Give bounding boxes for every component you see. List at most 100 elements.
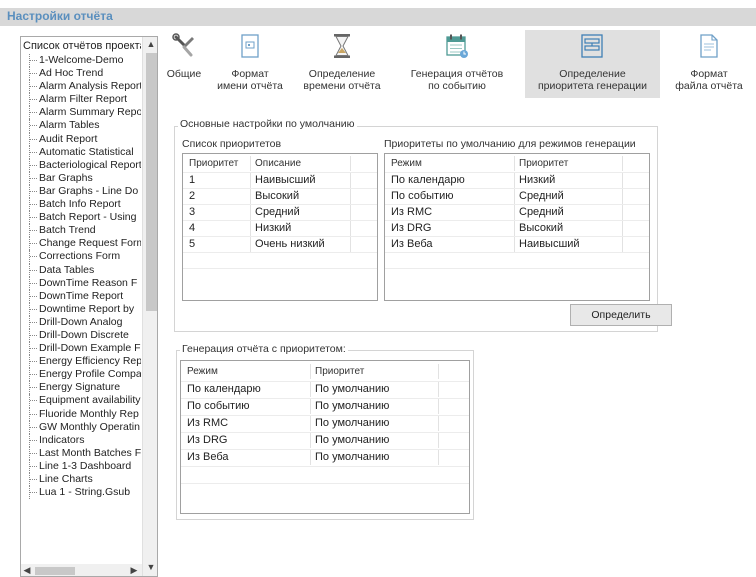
grid-cell[interactable]: По умолчанию xyxy=(311,450,439,465)
tree-item[interactable]: Bacteriological Report xyxy=(21,158,141,172)
tree-item[interactable]: Bar Graphs xyxy=(21,171,141,185)
grid-cell[interactable]: По умолчанию xyxy=(311,416,439,431)
column-header[interactable]: Приоритет xyxy=(185,156,251,171)
tree-item[interactable]: Ad Hoc Trend xyxy=(21,67,141,81)
tree-branch-line xyxy=(29,184,37,199)
table-row[interactable]: По событию Средний xyxy=(385,188,649,204)
tree-vertical-scrollbar[interactable]: ▲ ▼ xyxy=(142,37,157,576)
scroll-right-icon[interactable]: ▶ xyxy=(128,564,140,576)
table-row[interactable]: 2 Высокий xyxy=(183,188,377,204)
tree-item[interactable]: GW Monthly Operatin xyxy=(21,420,141,434)
tree-item[interactable]: Energy Profile Compa xyxy=(21,368,141,382)
table-row[interactable]: 5 Очень низкий xyxy=(183,236,377,252)
toolbar-priority-definition-button[interactable]: Определение приоритета генерации xyxy=(525,30,660,98)
table-row[interactable]: По событию По умолчанию xyxy=(181,398,469,414)
table-row[interactable]: Из RMC По умолчанию xyxy=(181,415,469,431)
table-row[interactable]: Из Веба По умолчанию xyxy=(181,449,469,465)
scroll-down-icon[interactable]: ▼ xyxy=(143,560,157,574)
tree-item[interactable]: Batch Info Report xyxy=(21,198,141,212)
tree-branch-line xyxy=(29,237,37,251)
mode-priorities-grid[interactable]: Режим Приоритет По календарю Низкий По с… xyxy=(384,153,650,301)
grid-cell[interactable]: По умолчанию xyxy=(311,399,439,414)
tree-item[interactable]: Alarm Tables xyxy=(21,119,141,133)
tree-item[interactable]: Change Request Form xyxy=(21,237,141,251)
tree-item[interactable]: Drill-Down Analog xyxy=(21,315,141,329)
table-row[interactable]: Из DRG Высокий xyxy=(385,220,649,236)
tree-item[interactable]: Corrections Form xyxy=(21,250,141,264)
column-header[interactable]: Описание xyxy=(251,156,351,171)
table-row[interactable]: 1 Наивысший xyxy=(183,172,377,188)
tree-item[interactable]: Drill-Down Discrete xyxy=(21,328,141,343)
tree-item[interactable]: DownTime Report xyxy=(21,289,141,303)
tree-item[interactable]: Energy Efficiency Rep xyxy=(21,355,141,369)
tree-item[interactable]: Automatic Statistical xyxy=(21,145,141,159)
table-row[interactable]: 3 Средний xyxy=(183,204,377,220)
tree-item-label: Alarm Filter Report xyxy=(39,93,128,106)
tree-item[interactable]: Downtime Report by xyxy=(21,302,141,316)
tree-item[interactable]: Batch Trend xyxy=(21,224,141,238)
report-tree[interactable]: Список отчётов проекта 1-Welcome-Demo Ad … xyxy=(20,36,158,577)
tree-item[interactable]: Audit Report xyxy=(21,132,141,146)
grid-header: Режим Приоритет xyxy=(181,364,469,379)
calendar-event-icon xyxy=(446,34,468,58)
column-header[interactable]: Приоритет xyxy=(311,364,439,379)
tree-item-label: Downtime Report by xyxy=(39,302,135,315)
table-row-empty xyxy=(385,268,649,283)
toolbar-file-format-button[interactable]: Формат файла отчёта xyxy=(662,30,756,98)
tree-item[interactable]: Line Charts xyxy=(21,473,141,487)
tree-item[interactable]: Fluoride Monthly Rep xyxy=(21,407,141,421)
report-generation-grid[interactable]: Режим Приоритет По календарю По умолчани… xyxy=(180,360,470,514)
tree-branch-line xyxy=(29,250,37,264)
tree-horizontal-scrollbar[interactable]: ◀ ▶ xyxy=(21,564,142,576)
toolbar-name-format-button[interactable]: Формат имени отчёта xyxy=(208,30,292,98)
tree-item[interactable]: Alarm Analysis Report xyxy=(21,80,141,94)
define-button[interactable]: Определить xyxy=(570,304,672,326)
tree-item[interactable]: DownTime Reason F xyxy=(21,276,141,290)
toolbar-event-generation-button[interactable]: Генерация отчётов по событию xyxy=(392,30,522,98)
grid-cell: Средний xyxy=(515,205,623,220)
grid-cell: Средний xyxy=(251,205,351,220)
toolbar-time-definition-button[interactable]: Определение времени отчёта xyxy=(292,30,392,98)
column-header[interactable]: Режим xyxy=(183,364,311,379)
tree-branch-line xyxy=(29,106,37,120)
column-header[interactable]: Режим xyxy=(387,156,515,171)
tree-item-label: Change Request Form xyxy=(39,237,141,250)
tree-item[interactable]: Data Tables xyxy=(21,263,141,277)
tree-item[interactable]: Line 1-3 Dashboard xyxy=(21,459,141,473)
tree-item[interactable]: Alarm Summary Report xyxy=(21,106,141,120)
tree-item[interactable]: Last Month Batches F xyxy=(21,446,141,460)
hourglass-icon xyxy=(334,34,350,58)
grid-cell[interactable]: По умолчанию xyxy=(311,433,439,448)
scroll-up-icon[interactable]: ▲ xyxy=(143,37,157,51)
tree-item-label: Drill-Down Discrete xyxy=(39,328,129,341)
table-row[interactable]: Из DRG По умолчанию xyxy=(181,432,469,448)
grid-cell: Низкий xyxy=(515,173,623,188)
tree-branch-line xyxy=(29,158,37,172)
table-row[interactable]: По календарю По умолчанию xyxy=(181,381,469,397)
tree-item[interactable]: Drill-Down Example F xyxy=(21,342,141,356)
table-row[interactable]: По календарю Низкий xyxy=(385,172,649,188)
grid-cell[interactable]: По умолчанию xyxy=(311,382,439,397)
tree-item[interactable]: Lua 1 - String.Gsub xyxy=(21,486,141,500)
tree-item[interactable]: Indicators xyxy=(21,433,141,447)
table-row[interactable]: Из RMC Средний xyxy=(385,204,649,220)
column-header[interactable]: Приоритет xyxy=(515,156,623,171)
table-row[interactable]: Из Веба Наивысший xyxy=(385,236,649,252)
tree-item[interactable]: Equipment availability xyxy=(21,394,141,408)
scroll-left-icon[interactable]: ◀ xyxy=(21,564,33,576)
hscroll-thumb[interactable] xyxy=(35,567,75,575)
tree-item[interactable]: 1-Welcome-Demo xyxy=(21,54,141,68)
priority-list-grid[interactable]: Приоритет Описание 1 Наивысший 2 Высокий… xyxy=(182,153,378,301)
table-row[interactable]: 4 Низкий xyxy=(183,220,377,236)
tree-root[interactable]: Список отчётов проекта xyxy=(23,39,141,53)
scroll-thumb[interactable] xyxy=(146,53,157,311)
tree-branch-line xyxy=(29,54,37,68)
tree-item[interactable]: Batch Report - Using xyxy=(21,211,141,225)
tree-item[interactable]: Alarm Filter Report xyxy=(21,93,141,107)
tree-item-label: GW Monthly Operatin xyxy=(39,420,140,433)
toolbar-general-button[interactable]: Общие xyxy=(160,30,208,98)
tree-branch-line xyxy=(29,433,37,447)
tree-item[interactable]: Bar Graphs - Line Do xyxy=(21,184,141,199)
tree-item-label: Data Tables xyxy=(39,263,95,276)
tree-item[interactable]: Energy Signature xyxy=(21,381,141,395)
